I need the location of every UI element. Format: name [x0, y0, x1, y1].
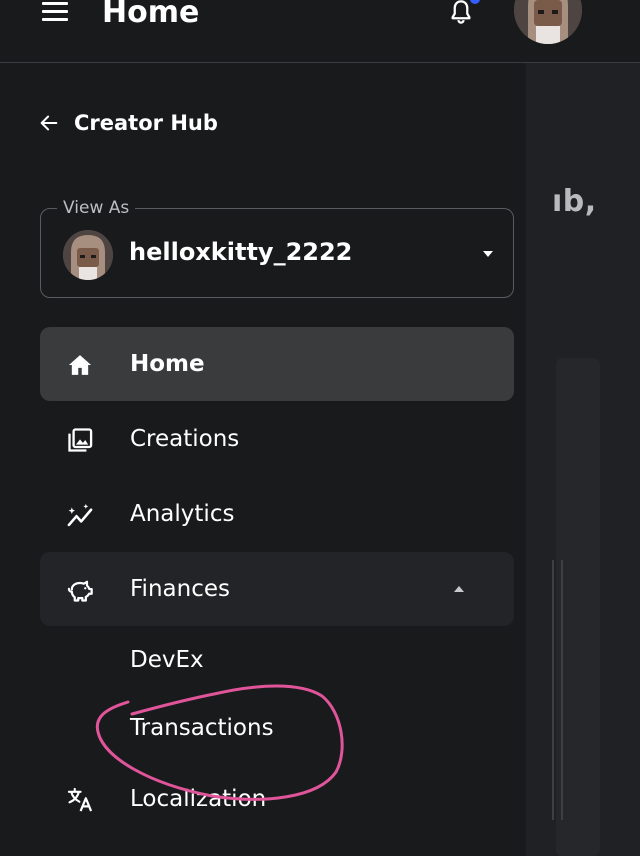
nav-item-label: Finances: [130, 576, 230, 602]
arrow-left-icon: [40, 115, 58, 131]
sparkle-line-chart-icon: [67, 503, 93, 527]
nav-item-creations[interactable]: Creations: [40, 402, 514, 476]
back-link-label: Creator Hub: [74, 111, 218, 135]
nav-item-analytics[interactable]: Analytics: [40, 477, 514, 551]
user-avatar: [63, 230, 113, 280]
background-heading-fragment: ıb,: [552, 184, 597, 219]
avatar[interactable]: [514, 0, 582, 44]
view-as-username: helloxkitty_2222: [129, 238, 353, 266]
bell-icon[interactable]: [446, 0, 476, 28]
home-icon: [68, 355, 92, 375]
view-as-selector[interactable]: View As helloxkitty_2222: [40, 196, 514, 298]
nav-item-home[interactable]: Home: [40, 327, 514, 401]
view-as-label: View As: [57, 196, 136, 220]
nav-item-label: Creations: [130, 426, 240, 452]
nav-item-label: Localization: [130, 786, 267, 812]
hamburger-menu-icon[interactable]: [42, 2, 68, 21]
nav-item-localization[interactable]: Localization: [40, 762, 514, 836]
top-app-bar: Home: [0, 0, 640, 63]
navigation-drawer: Creator Hub View As helloxkitty_2222 Hom…: [0, 63, 526, 856]
nav-item-finances[interactable]: Finances: [40, 552, 514, 626]
back-to-creator-hub-link[interactable]: Creator Hub: [38, 108, 218, 138]
chevron-down-icon: [483, 251, 493, 257]
page-title: Home: [102, 0, 200, 30]
image-gallery-icon: [68, 428, 93, 452]
piggy-bank-icon: [67, 580, 93, 602]
chevron-up-icon[interactable]: [454, 586, 464, 592]
background-scrollbar: [552, 560, 563, 820]
nav-item-label: Home: [130, 351, 205, 377]
nav-item-label: Analytics: [130, 501, 235, 527]
nav-subitem-devex[interactable]: DevEx: [130, 644, 204, 676]
nav-subitem-transactions[interactable]: Transactions: [130, 712, 274, 744]
translate-icon: [67, 787, 93, 812]
